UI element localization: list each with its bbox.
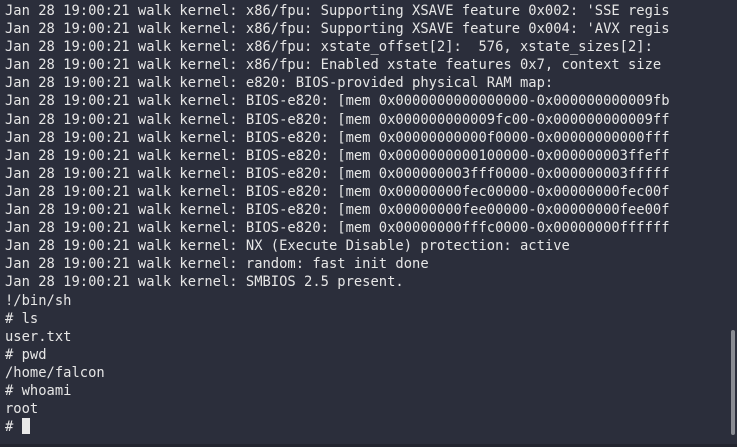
terminal-line: Jan 28 19:00:21 walk kernel: SMBIOS 2.5 … (5, 274, 404, 291)
terminal-line: Jan 28 19:00:21 walk kernel: e820: BIOS-… (5, 75, 554, 92)
command-whoami: # whoami (5, 382, 72, 399)
terminal-line: Jan 28 19:00:21 walk kernel: x86/fpu: xs… (5, 39, 653, 56)
terminal-output[interactable]: Jan 28 19:00:21 walk kernel: x86/fpu: Su… (5, 2, 727, 436)
command-output: user.txt (5, 328, 72, 345)
active-prompt-line[interactable]: # (5, 418, 727, 436)
terminal-window[interactable]: Jan 28 19:00:21 walk kernel: x86/fpu: Su… (0, 0, 737, 447)
scrollbar-thumb[interactable] (731, 330, 735, 435)
command-output: root (5, 401, 39, 418)
terminal-line: Jan 28 19:00:21 walk kernel: x86/fpu: Su… (5, 21, 670, 38)
terminal-line: Jan 28 19:00:21 walk kernel: BIOS-e820: … (5, 111, 670, 128)
terminal-line: Jan 28 19:00:21 walk kernel: x86/fpu: Su… (5, 3, 670, 19)
terminal-line: Jan 28 19:00:21 walk kernel: BIOS-e820: … (5, 93, 670, 110)
terminal-line: Jan 28 19:00:21 walk kernel: x86/fpu: En… (5, 57, 662, 74)
terminal-line: Jan 28 19:00:21 walk kernel: NX (Execute… (5, 238, 570, 255)
command-output: /home/falcon (5, 364, 105, 381)
command-ls: # ls (5, 310, 39, 327)
terminal-line: Jan 28 19:00:21 walk kernel: BIOS-e820: … (5, 183, 670, 200)
text-cursor[interactable] (21, 418, 30, 435)
command-pwd: # pwd (5, 346, 47, 363)
terminal-line: Jan 28 19:00:21 walk kernel: BIOS-e820: … (5, 147, 670, 164)
shell-banner: !/bin/sh (5, 292, 72, 309)
terminal-line: Jan 28 19:00:21 walk kernel: BIOS-e820: … (5, 129, 670, 146)
terminal-line: Jan 28 19:00:21 walk kernel: BIOS-e820: … (5, 165, 670, 182)
terminal-line: Jan 28 19:00:21 walk kernel: BIOS-e820: … (5, 202, 670, 219)
terminal-line: Jan 28 19:00:21 walk kernel: random: fas… (5, 256, 429, 273)
scrollbar-track[interactable] (729, 0, 737, 447)
shell-prompt: # (5, 419, 22, 436)
terminal-line: Jan 28 19:00:21 walk kernel: BIOS-e820: … (5, 220, 670, 237)
